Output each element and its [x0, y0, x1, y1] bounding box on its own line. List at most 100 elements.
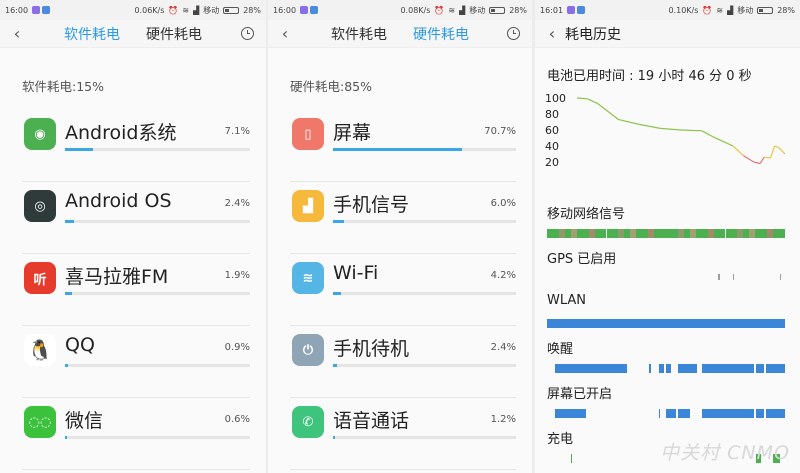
power-icon: ⏻ [292, 334, 324, 366]
list-item[interactable]: ▯ 屏幕 70.7% [290, 110, 516, 182]
track-segment [547, 319, 785, 328]
y-tick-label: 40 [545, 140, 559, 153]
track-segment [718, 274, 720, 280]
battery-line-segment [732, 145, 744, 157]
network-speed: 0.06K/s [134, 5, 165, 15]
tab-software[interactable]: 软件耗电 [64, 24, 120, 44]
network-speed: 0.10K/s [668, 5, 699, 15]
battery-line-segment [753, 161, 761, 165]
usage-bar-fill [333, 292, 341, 295]
alarm-icon: ⏰ [702, 5, 713, 15]
wifi-status-icon: ≋ [716, 5, 724, 15]
track-segment [765, 364, 785, 373]
app-notification-icon [42, 6, 51, 14]
battery-uptime: 电池已用时间 : 19 小时 46 分 0 秒 [547, 69, 752, 84]
carrier: 移动 [469, 5, 486, 15]
battery-line-segment [711, 135, 723, 142]
usage-percent: 7.1% [224, 126, 250, 137]
tab-software[interactable]: 软件耗电 [331, 24, 387, 44]
list-item[interactable]: 听喜马拉雅FM 1.9% [22, 254, 250, 326]
signal-segment [779, 229, 785, 238]
status-time: 16:01 [540, 5, 564, 15]
wifi-icon: ≋ [292, 262, 324, 294]
usage-bar [65, 292, 250, 295]
hardware-panel: 16:00 0.08K/s ⏰ ≋ ▟ 移动 28% ‹ 软件耗电 硬件耗电 硬… [268, 0, 532, 473]
app-name: 喜马拉雅FM [65, 266, 169, 288]
app-name: Android系统 [65, 122, 177, 144]
usage-bar-fill [65, 436, 68, 439]
list-item[interactable]: ⏻ 手机待机 2.4% [290, 326, 516, 398]
track-label: 屏幕已开启 [547, 387, 613, 402]
list-item[interactable]: ✆ 语音通话 1.2% [290, 398, 516, 470]
list-item[interactable]: ▟ 手机信号 6.0% [290, 182, 516, 254]
status-bar: 16:00 0.08K/s ⏰ ≋ ▟ 移动 28% [268, 0, 532, 20]
app-name: Android OS [65, 190, 172, 212]
battery-line-segment [576, 97, 588, 100]
battery-line-segment [680, 129, 702, 132]
battery-line-segment [759, 156, 765, 164]
usage-bar [333, 292, 516, 295]
usage-percent: 2.4% [224, 198, 250, 209]
signal-icon: ▟ [292, 190, 324, 222]
alarm-icon: ⏰ [168, 5, 179, 15]
list-item[interactable]: ◉ Android系统 7.1% [22, 110, 250, 182]
list-item[interactable]: 🐧 QQ 0.9% [22, 326, 250, 398]
usage-bar [65, 436, 250, 439]
back-arrow-icon[interactable]: ‹ [543, 24, 561, 43]
track-segment [780, 274, 782, 280]
list-item[interactable]: ≋ Wi-Fi 4.2% [290, 254, 516, 326]
history-header: ‹ 耗电历史 [535, 20, 800, 48]
history-clock-icon[interactable] [241, 27, 254, 40]
battery-line-segment [701, 130, 713, 137]
battery-line-segment [618, 119, 640, 125]
track-bar [547, 409, 785, 418]
y-tick-label: 20 [545, 156, 559, 169]
wifi-status-icon: ≋ [448, 5, 456, 15]
usage-percent: 70.7% [484, 126, 516, 137]
track-bar [547, 364, 785, 373]
network-speed: 0.08K/s [400, 5, 431, 15]
status-time: 16:00 [273, 5, 297, 15]
track-label: 充电 [547, 432, 574, 447]
watermark: 中关村 CNMO [660, 442, 790, 464]
battery-icon [223, 6, 240, 14]
battery-percent: 28% [243, 5, 261, 15]
hardware-list: ▯ 屏幕 70.7% ▟ 手机信号 6.0% ≋ Wi-Fi 4.2% ⏻ 手机待机 2.4% ✆ 语音通… [268, 110, 532, 470]
history-clock-icon[interactable] [507, 27, 520, 40]
status-time: 16:00 [5, 5, 29, 15]
list-item[interactable]: ◌◌ 微信 0.6% [22, 398, 250, 470]
track-segment [666, 409, 676, 418]
wifi-status-icon: ≋ [182, 5, 190, 15]
battery-icon [489, 6, 506, 14]
track-bar [547, 319, 785, 328]
usage-bar-fill [333, 364, 338, 367]
usage-bar-fill [65, 364, 69, 367]
battery-line-segment [769, 145, 776, 159]
software-list: ◉ Android系统 7.1% ◎ Android OS 2.4% 听喜马拉雅FM 1.9%… [0, 110, 266, 470]
track-label: 移动网络信号 [547, 207, 626, 222]
usage-bar [333, 436, 516, 439]
screen-icon: ▯ [292, 118, 324, 150]
signal-status-icon: ▟ [459, 5, 466, 15]
signal-status-icon: ▟ [193, 5, 200, 15]
back-arrow-icon[interactable]: ‹ [8, 24, 26, 43]
tab-hardware[interactable]: 硬件耗电 [146, 24, 202, 44]
track-label: WLAN [547, 293, 587, 308]
list-item[interactable]: ◎ Android OS 2.4% [22, 182, 250, 254]
usage-bar [65, 364, 250, 367]
usage-percent: 0.6% [224, 414, 250, 425]
app-notification-icon [310, 6, 319, 14]
app-name: QQ [65, 334, 95, 356]
hardware-summary: 硬件耗电:85% [290, 79, 372, 94]
tab-hardware[interactable]: 硬件耗电 [413, 24, 469, 44]
battery-line-segment [639, 123, 661, 129]
alarm-icon: ⏰ [434, 5, 445, 15]
back-arrow-icon[interactable]: ‹ [276, 24, 294, 43]
status-bar: 16:01 0.10K/s ⏰ ≋ ▟ 移动 28% [535, 0, 800, 20]
track-segment [555, 409, 587, 418]
usage-bar-fill [65, 292, 73, 295]
ximalaya-icon: 听 [24, 262, 56, 294]
track-label: 唤醒 [547, 342, 574, 357]
battery-percent: 28% [777, 5, 795, 15]
track-segment [677, 364, 697, 373]
